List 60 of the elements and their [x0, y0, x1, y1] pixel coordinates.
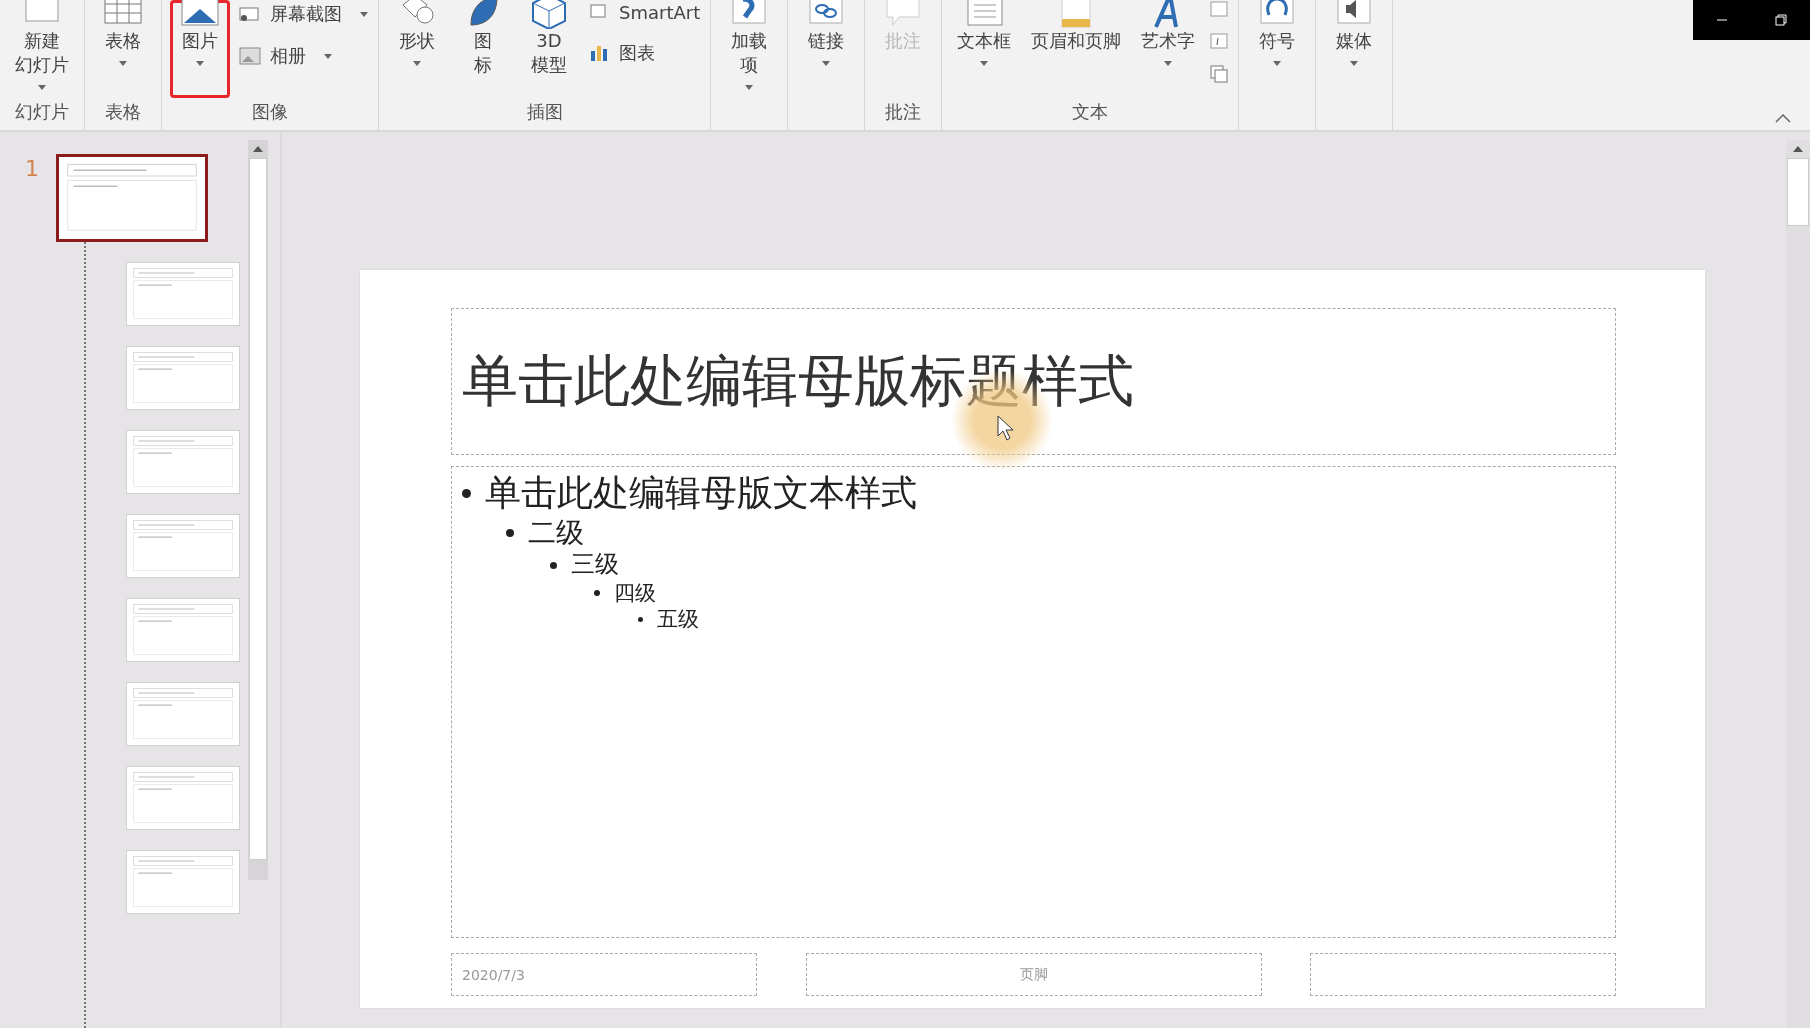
group-label: 图像	[251, 100, 289, 124]
insert-button[interactable]: 3D 模型	[519, 0, 579, 98]
insert-button[interactable]: 媒体	[1324, 0, 1385, 98]
object-icon[interactable]	[1208, 64, 1231, 84]
insert-button[interactable]: 表格	[93, 0, 153, 98]
group-label: 幻灯片	[14, 100, 70, 124]
caret-icon	[980, 61, 989, 66]
insert-button[interactable]: 形状	[387, 0, 447, 98]
body-text: 单击此处编辑母版文本样式	[485, 471, 917, 515]
bullet-icon	[506, 529, 514, 537]
caret-icon	[360, 11, 368, 17]
picture-icon	[178, 0, 222, 29]
caret-icon	[1164, 61, 1173, 66]
caret-icon	[324, 53, 332, 59]
caret-icon	[822, 61, 831, 66]
slide-thumbnail[interactable]	[56, 154, 208, 242]
caret-icon	[745, 85, 754, 90]
bullet-icon	[462, 488, 471, 498]
cursor-icon	[996, 414, 1016, 442]
body-text: 三级	[571, 550, 619, 581]
caret-icon	[119, 61, 127, 66]
insert-button[interactable]: 文本框	[950, 0, 1019, 98]
body-text: 五级	[657, 606, 699, 633]
caret-icon	[1350, 61, 1359, 66]
slide-number: 1	[25, 156, 39, 181]
insert-button[interactable]: 图片	[170, 0, 230, 98]
group-label: 文本	[1071, 100, 1110, 124]
number-placeholder[interactable]	[1310, 953, 1616, 996]
text-placeholder[interactable]: 单击此处编辑母版文本样式 二级 三级 四级 五级	[451, 466, 1616, 938]
insert-button[interactable]: 加载 项	[719, 0, 780, 98]
caret-icon	[413, 61, 421, 66]
group-label: 表格	[104, 100, 142, 124]
body-text: 二级	[528, 515, 584, 551]
title-text: 单击此处编辑母版标题样式	[462, 352, 1134, 411]
body-text: 四级	[614, 580, 656, 607]
insert-button[interactable]: 屏幕截图	[236, 0, 370, 28]
screenshot-icon	[238, 4, 262, 24]
insert-button[interactable]: 新建 幻灯片	[8, 0, 76, 98]
insert-button[interactable]: 符号	[1247, 0, 1308, 98]
scrollbar[interactable]	[248, 140, 268, 880]
number-icon[interactable]	[1208, 32, 1231, 52]
insert-button[interactable]: 图表	[585, 39, 703, 67]
collapse-icon[interactable]	[1774, 112, 1792, 124]
insert-button[interactable]: 页眉和页脚	[1024, 0, 1129, 98]
insert-button[interactable]: SmartArt	[585, 0, 703, 25]
insert-button[interactable]: 链接	[796, 0, 857, 98]
bullet-icon	[638, 616, 643, 622]
group-label: 批注	[884, 100, 923, 124]
album-icon	[238, 46, 262, 66]
caret-icon	[1273, 61, 1282, 66]
bullet-icon	[594, 590, 600, 597]
scrollbar[interactable]	[1786, 140, 1810, 1028]
insert-button[interactable]: 艺术字	[1134, 0, 1203, 98]
caret-icon	[38, 85, 46, 90]
insert-button[interactable]: 图 标	[453, 0, 513, 98]
restore-icon[interactable]	[1773, 13, 1788, 27]
caret-icon	[196, 61, 204, 66]
bullet-icon	[550, 561, 557, 569]
group-label: 插图	[525, 100, 564, 124]
insert-button[interactable]: 相册	[236, 42, 370, 70]
